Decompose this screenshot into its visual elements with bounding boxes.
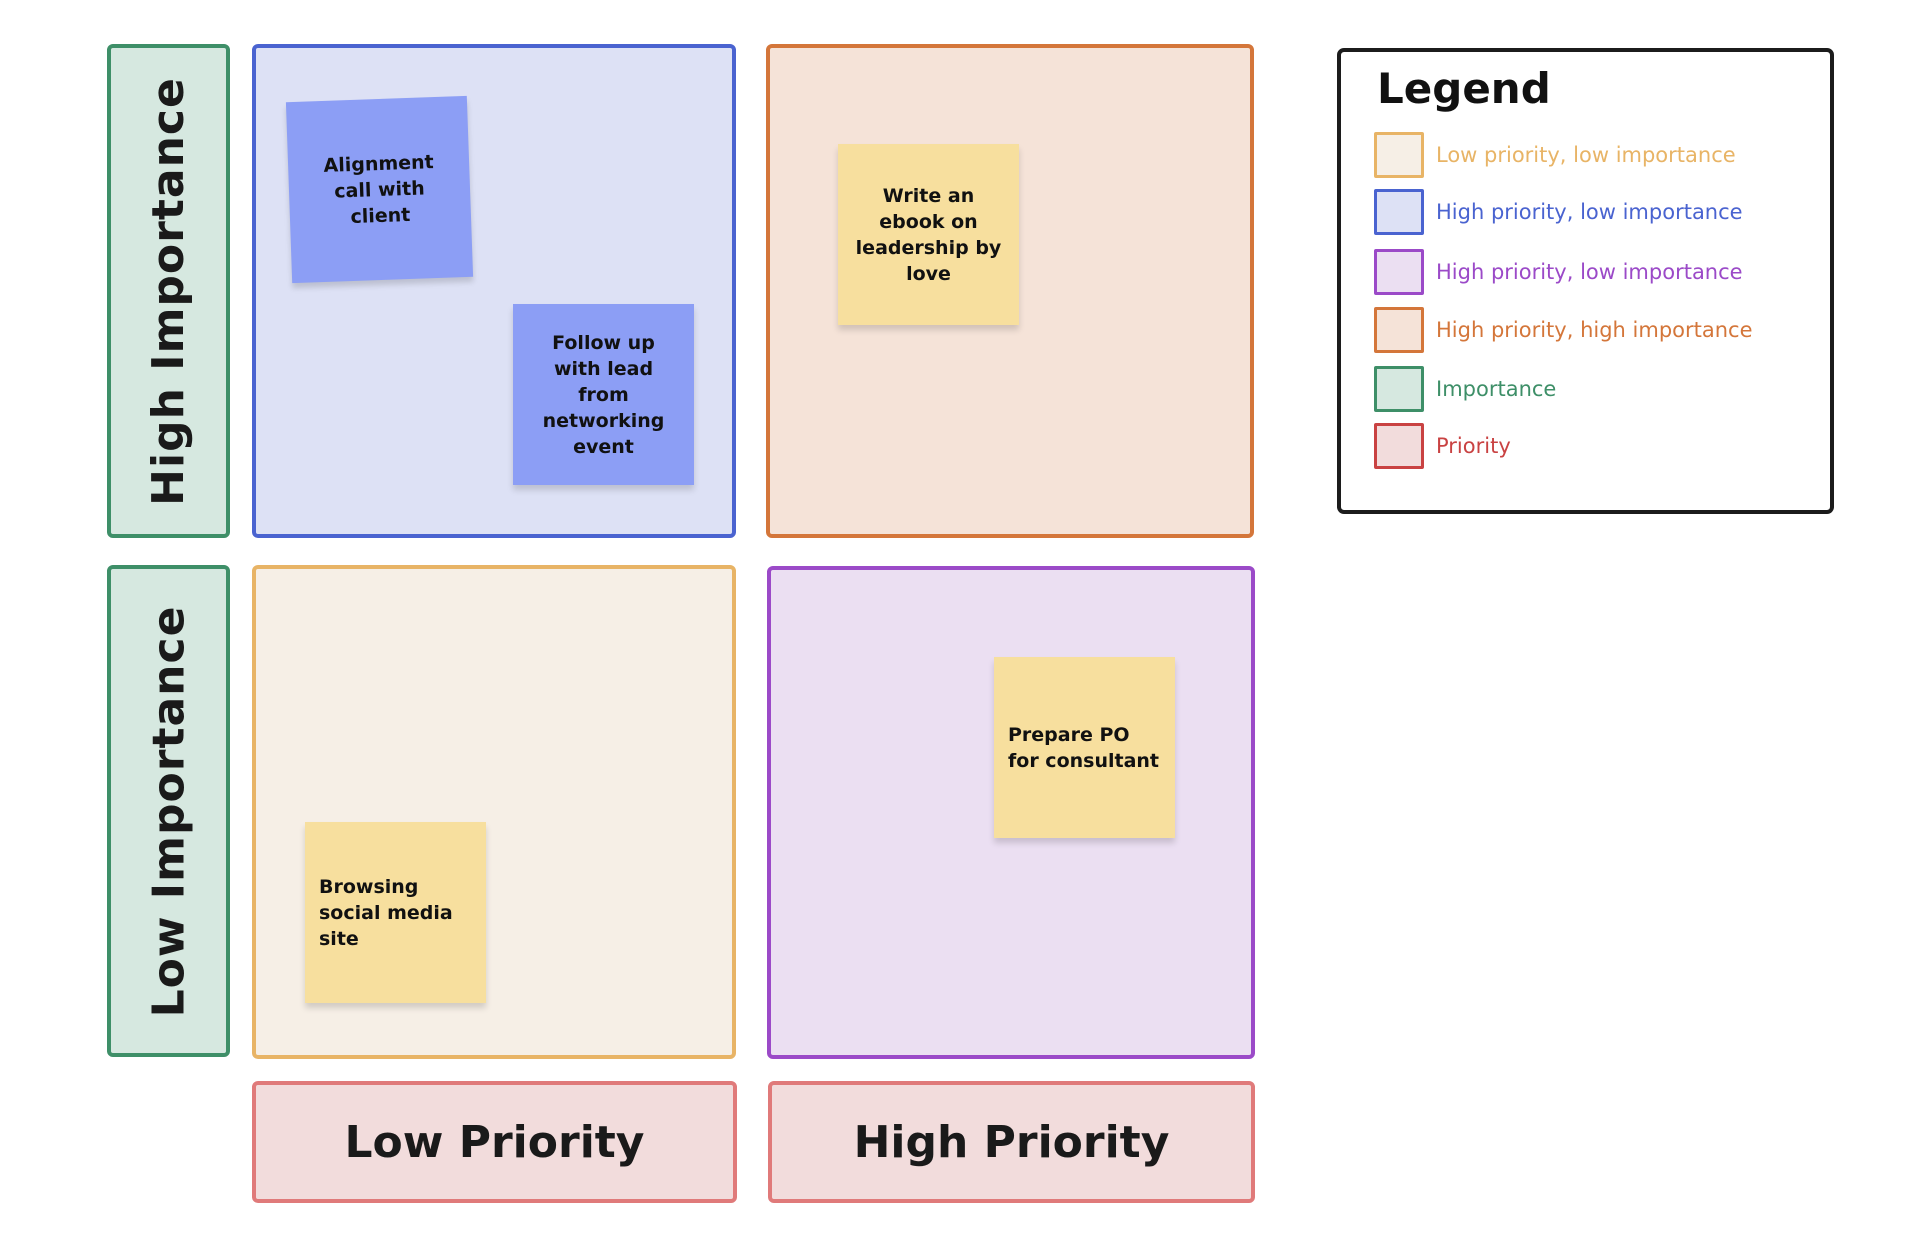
legend-swatch [1374, 189, 1424, 235]
legend-label: High priority, low importance [1436, 260, 1743, 284]
sticky-note-text: Prepare PO for consultant [1008, 724, 1160, 772]
legend-swatch [1374, 249, 1424, 295]
legend-label: Importance [1436, 377, 1557, 401]
high-priority-label: High Priority [768, 1081, 1255, 1203]
high-priority-text: High Priority [853, 1116, 1170, 1168]
legend-swatch [1374, 132, 1424, 178]
legend-label: Priority [1436, 434, 1511, 458]
legend-swatch [1374, 307, 1424, 353]
high-importance-label: High Importance [107, 44, 230, 538]
legend-swatch [1374, 366, 1424, 412]
legend-swatch [1374, 423, 1424, 469]
low-importance-text: Low Importance [143, 605, 195, 1017]
sticky-note-text: Alignment call with client [323, 150, 435, 228]
legend-title: Legend [1377, 64, 1551, 113]
sticky-note-text: Browsing social media site [319, 875, 453, 950]
legend-label: High priority, low importance [1436, 200, 1743, 224]
sticky-note[interactable]: Prepare PO for consultant [994, 657, 1175, 838]
legend: Legend Low priority, low importance High … [1337, 48, 1834, 514]
sticky-note[interactable]: Write an ebook on leadership by love [838, 144, 1019, 325]
low-priority-text: Low Priority [344, 1116, 645, 1168]
sticky-note-text: Follow up with lead from networking even… [542, 331, 665, 458]
high-importance-text: High Importance [143, 76, 195, 506]
sticky-note[interactable]: Alignment call with client [285, 95, 474, 284]
legend-item: Priority [1374, 423, 1511, 469]
low-importance-label: Low Importance [107, 565, 230, 1057]
legend-item: High priority, low importance [1374, 249, 1743, 295]
legend-item: High priority, low importance [1374, 189, 1743, 235]
legend-label: High priority, high importance [1436, 318, 1753, 342]
sticky-note[interactable]: Follow up with lead from networking even… [513, 304, 694, 485]
legend-item: Low priority, low importance [1374, 132, 1736, 178]
low-priority-label: Low Priority [252, 1081, 737, 1203]
legend-item: High priority, high importance [1374, 307, 1753, 353]
legend-item: Importance [1374, 366, 1556, 412]
sticky-note-text: Write an ebook on leadership by love [855, 184, 1002, 285]
sticky-note[interactable]: Browsing social media site [305, 822, 486, 1003]
legend-label: Low priority, low importance [1436, 143, 1736, 167]
